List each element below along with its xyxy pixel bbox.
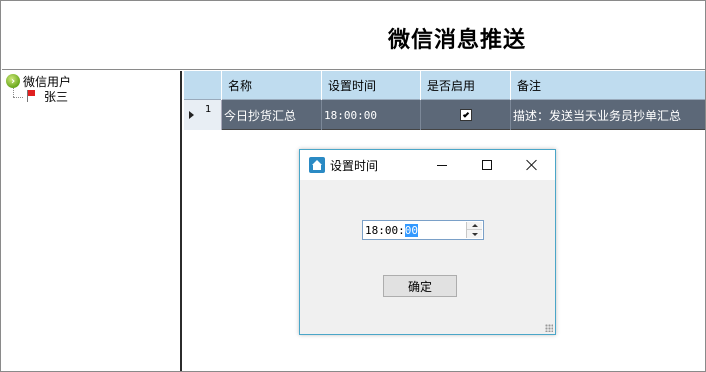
tree-connector	[13, 97, 23, 98]
user-group-icon: ›	[6, 74, 20, 88]
resize-grip-icon[interactable]	[545, 324, 553, 332]
column-header-note[interactable]: 备注	[511, 71, 705, 100]
time-value-selected-seconds: 00	[404, 223, 418, 237]
maximize-button[interactable]	[465, 150, 509, 180]
time-value: 18:00:00	[363, 223, 418, 237]
column-header-time[interactable]: 设置时间	[322, 71, 421, 100]
arrow-down-icon	[471, 232, 478, 236]
ok-button[interactable]: 确定	[383, 275, 457, 297]
page-header: 微信消息推送	[2, 2, 705, 70]
dialog-title: 设置时间	[330, 159, 379, 173]
maximize-icon	[482, 160, 492, 170]
minimize-button[interactable]	[420, 150, 464, 180]
table-row[interactable]: 1 今日抄货汇总 18:00:00 描述：发送当天业务员抄单汇总	[184, 100, 705, 130]
close-icon	[526, 159, 538, 171]
enabled-checkbox[interactable]	[459, 109, 472, 121]
cell-time[interactable]: 18:00:00	[322, 100, 421, 130]
time-picker-input[interactable]: 18:00:00	[362, 220, 484, 240]
home-icon	[309, 157, 325, 173]
time-spinner[interactable]	[466, 222, 482, 238]
user-tree-panel: › 微信用户 张三	[2, 71, 182, 371]
row-indicator[interactable]: 1	[184, 100, 222, 130]
column-header-name[interactable]: 名称	[222, 71, 322, 100]
checkmark-icon	[462, 110, 469, 118]
column-header-enabled[interactable]: 是否启用	[421, 71, 511, 100]
grid-header: 名称 设置时间 是否启用 备注	[184, 71, 705, 100]
spin-up-button[interactable]	[467, 222, 482, 230]
page-title: 微信消息推送	[388, 27, 527, 53]
tree-child-label: 张三	[44, 89, 69, 104]
spin-down-button[interactable]	[467, 230, 482, 238]
arrow-up-icon	[471, 224, 478, 227]
set-time-dialog: 设置时间 18:00:00 确定	[299, 149, 556, 335]
close-button[interactable]	[510, 150, 554, 180]
flag-icon	[26, 90, 36, 102]
current-row-arrow-icon	[189, 111, 194, 119]
time-value-prefix: 18:00:	[365, 223, 405, 237]
cell-enabled[interactable]	[421, 100, 511, 130]
tree-connector	[13, 88, 14, 97]
dialog-titlebar[interactable]: 设置时间	[300, 150, 555, 180]
app-window: 微信消息推送 › 微信用户 张三 名称 设置时间 是否启用 备注 1 今日抄货汇…	[0, 0, 706, 372]
cell-name[interactable]: 今日抄货汇总	[222, 100, 322, 130]
row-number: 1	[205, 104, 212, 115]
minimize-icon	[437, 164, 447, 166]
tree-node-user[interactable]: 张三	[26, 88, 68, 104]
grid-corner[interactable]	[184, 71, 222, 100]
cell-note[interactable]: 描述：发送当天业务员抄单汇总	[511, 100, 705, 130]
